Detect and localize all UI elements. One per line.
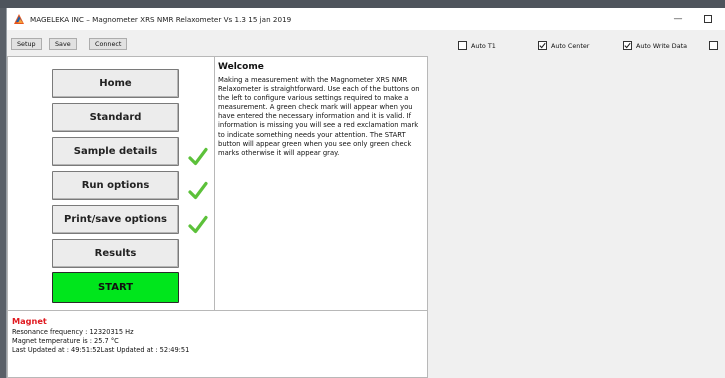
window-title: MAGELEKA INC – Magnometer XRS NMR Relaxo… xyxy=(30,14,292,24)
print-save-options-button[interactable]: Print/save options xyxy=(52,205,179,234)
auto-t1-label: Auto T1 xyxy=(471,41,496,50)
sample-details-button[interactable]: Sample details xyxy=(52,137,179,166)
cutoff-checkbox[interactable] xyxy=(709,41,722,50)
magnet-title: Magnet xyxy=(12,316,47,326)
green-check-icon xyxy=(187,214,209,236)
maximize-icon xyxy=(704,15,712,23)
save-button[interactable]: Save xyxy=(49,38,77,50)
title-bar: MAGELEKA INC – Magnometer XRS NMR Relaxo… xyxy=(7,8,725,30)
magnet-temperature-text: Magnet temperature is : 25.7 °C xyxy=(12,337,119,345)
connect-button[interactable]: Connect xyxy=(89,38,128,50)
app-window: MAGELEKA INC – Magnometer XRS NMR Relaxo… xyxy=(6,8,725,378)
welcome-text: Making a measurement with the Magnometer… xyxy=(218,76,420,157)
auto-write-data-checkbox[interactable]: Auto Write Data xyxy=(623,41,687,50)
toolbar: Setup Save Connect Auto T1 Auto Center A… xyxy=(7,30,725,54)
start-button[interactable]: START xyxy=(52,272,179,303)
welcome-title: Welcome xyxy=(218,62,264,72)
auto-t1-checkbox[interactable]: Auto T1 xyxy=(458,41,496,50)
resonance-frequency-text: Resonance frequency : 12320315 Hz xyxy=(12,328,134,336)
welcome-panel: Welcome Making a measurement with the Ma… xyxy=(215,56,428,311)
minimize-icon: — xyxy=(673,14,683,24)
last-updated-text: Last Updated at : 49:51:52Last Updated a… xyxy=(12,346,190,354)
checkbox-checked-icon xyxy=(623,41,632,50)
checkbox-unchecked-icon xyxy=(458,41,467,50)
green-check-icon xyxy=(187,180,209,202)
setup-button[interactable]: Setup xyxy=(11,38,42,50)
checkbox-unchecked-icon xyxy=(709,41,718,50)
auto-write-data-label: Auto Write Data xyxy=(636,41,688,50)
auto-center-checkbox[interactable]: Auto Center xyxy=(538,41,589,50)
home-button[interactable]: Home xyxy=(52,69,179,98)
standard-button[interactable]: Standard xyxy=(52,103,179,132)
auto-center-label: Auto Center xyxy=(551,41,590,50)
matlab-app-icon xyxy=(13,13,25,25)
maximize-button[interactable] xyxy=(694,8,722,30)
minimize-button[interactable]: — xyxy=(664,8,692,30)
green-check-icon xyxy=(187,146,209,168)
navigation-panel: Home Standard Sample details Run options… xyxy=(7,56,215,311)
desktop-background xyxy=(0,0,725,8)
magnet-status-panel: Magnet Resonance frequency : 12320315 Hz… xyxy=(7,311,428,378)
results-button[interactable]: Results xyxy=(52,239,179,268)
run-options-button[interactable]: Run options xyxy=(52,171,179,200)
checkbox-checked-icon xyxy=(538,41,547,50)
